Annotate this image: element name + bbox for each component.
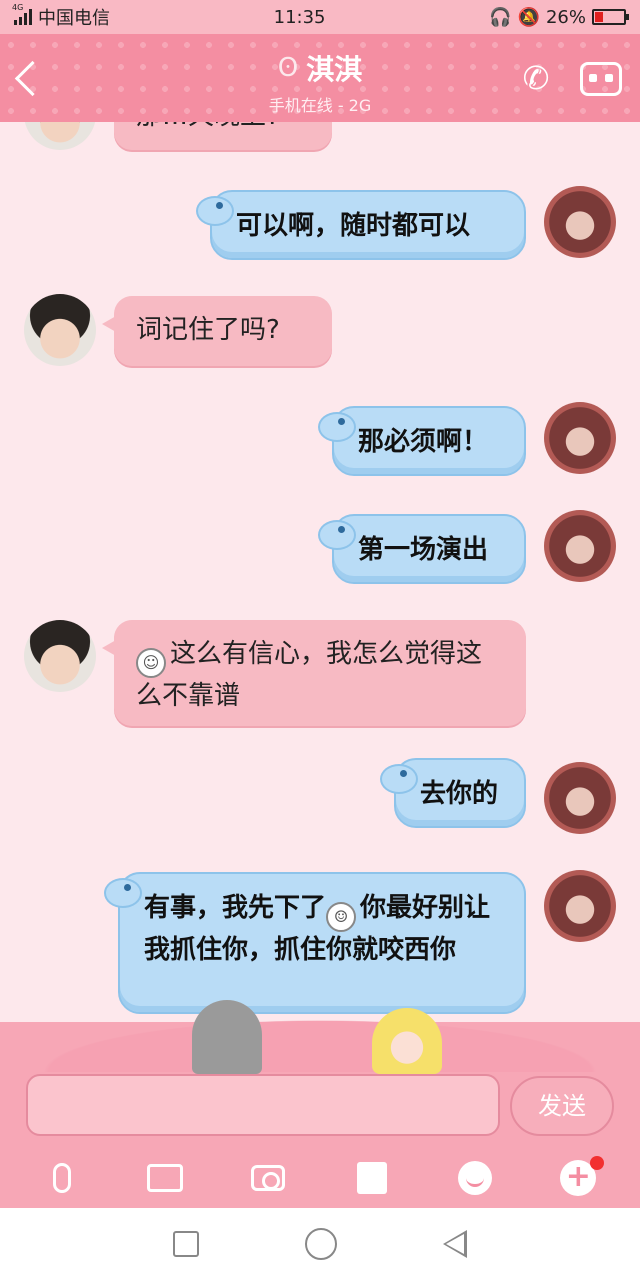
image-icon	[146, 1164, 183, 1192]
outgoing-message-bubble[interactable]: 那必须啊！	[318, 406, 526, 476]
back-nav-button[interactable]	[443, 1230, 467, 1258]
incoming-message-bubble[interactable]: 词记住了吗?	[102, 296, 332, 366]
battery-percent: 26%	[545, 6, 586, 28]
carrier-label: 中国电信	[38, 8, 110, 29]
chat-title[interactable]: 淇淇	[306, 48, 362, 88]
outgoing-message-bubble[interactable]: 可以啊，随时都可以	[196, 190, 526, 260]
emoji-icon: ☺	[326, 902, 357, 932]
profile-icon[interactable]	[580, 62, 622, 96]
contact-avatar[interactable]	[24, 122, 96, 150]
decorative-wave	[0, 1012, 640, 1072]
status-left: 4G 中国电信	[12, 3, 110, 30]
incoming-message-bubble[interactable]: 那…天晚上?	[114, 122, 332, 150]
battery-icon	[591, 9, 629, 25]
emoji-icon: ☺	[136, 648, 166, 678]
status-time: 11:35	[273, 6, 326, 28]
emoji-icon	[457, 1161, 492, 1195]
my-avatar[interactable]	[544, 870, 616, 942]
ear-icon: ʘ	[277, 53, 299, 83]
image-button[interactable]	[139, 1152, 191, 1204]
red-packet-button[interactable]	[346, 1152, 398, 1204]
network-tag: 4G	[12, 3, 24, 12]
red-packet-icon	[356, 1162, 387, 1194]
title-row: ʘ 淇淇	[278, 48, 362, 88]
outgoing-message-bubble[interactable]: 有事，我先下了 ☺ 你最好别让我抓住你，抓住你就咬西你	[104, 872, 526, 1014]
status-bar: 4G 中国电信 11:35 🎧 🔕 26%	[0, 0, 640, 34]
message-text: 那必须啊！	[358, 427, 489, 457]
my-avatar[interactable]	[544, 402, 616, 474]
contact-avatar[interactable]	[24, 620, 96, 692]
message-text: 去你的	[420, 779, 499, 809]
message-text: 有事，我先下了 ☺ 你最好别让我抓住你，抓住你就咬西你	[144, 893, 490, 965]
chat-area[interactable]: 那…天晚上? 可以啊，随时都可以 词记住了吗? 那必须啊！ 第一场演出 ☺这么有…	[0, 122, 640, 1022]
incoming-message-bubble[interactable]: ☺ 这么有信心，我怎么觉得这么不靠谱	[102, 620, 526, 726]
camera-icon	[251, 1165, 286, 1191]
message-text: 那…天晚上?	[136, 122, 280, 131]
phone-icon[interactable]: ✆	[518, 60, 554, 96]
emoji-button[interactable]	[449, 1152, 501, 1204]
status-right: 🎧 🔕 26%	[489, 6, 629, 28]
toolbar: +	[0, 1150, 640, 1206]
message-input[interactable]	[26, 1074, 500, 1136]
outgoing-message-bubble[interactable]: 第一场演出	[318, 514, 526, 584]
message-text-body: 这么有信心，我怎么觉得这么不靠谱	[136, 639, 483, 711]
headphone-icon: 🎧	[489, 6, 512, 28]
my-avatar[interactable]	[544, 186, 616, 258]
microphone-button[interactable]	[36, 1152, 88, 1204]
home-button[interactable]	[305, 1228, 337, 1260]
message-text: 第一场演出	[358, 535, 489, 565]
notification-dot	[590, 1156, 605, 1170]
recents-button[interactable]	[173, 1231, 199, 1257]
message-text: 词记住了吗?	[136, 315, 280, 345]
plus-button[interactable]: +	[552, 1152, 605, 1204]
signal-icon: 4G	[12, 3, 32, 25]
outgoing-message-bubble[interactable]: 去你的	[380, 758, 526, 828]
contact-avatar[interactable]	[24, 294, 96, 366]
my-avatar[interactable]	[544, 762, 616, 834]
camera-button[interactable]	[242, 1152, 294, 1204]
send-button[interactable]: 发送	[510, 1076, 614, 1136]
chat-header: ʘ 淇淇 手机在线 - 2G ✆	[0, 34, 640, 122]
message-text-part: 有事，我先下了	[144, 893, 327, 923]
mascot-right-icon	[372, 1008, 442, 1074]
message-text: 可以啊，随时都可以	[236, 211, 471, 241]
message-text: ☺ 这么有信心，我怎么觉得这么不靠谱	[136, 639, 482, 711]
mascot-left-icon	[192, 1000, 262, 1074]
input-panel: 发送 +	[0, 1000, 640, 1208]
my-avatar[interactable]	[544, 510, 616, 582]
system-nav-bar	[0, 1208, 640, 1280]
mute-bell-icon: 🔕	[517, 6, 540, 28]
microphone-icon	[52, 1163, 71, 1193]
